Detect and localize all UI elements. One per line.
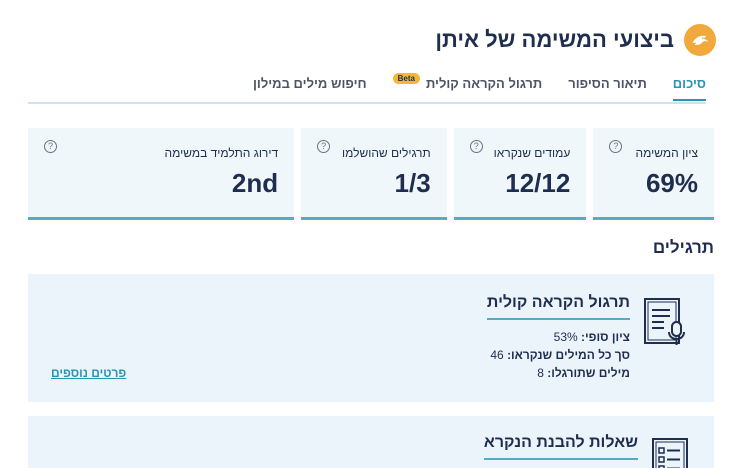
tab-reading-practice-label: תרגול הקראה קולית	[425, 76, 543, 91]
page-header: ביצועי המשימה של איתן	[18, 22, 716, 58]
stat-card-exercises-completed: ? תרגילים שהושלמו 1/3	[301, 128, 447, 220]
page-title: ביצועי המשימה של איתן	[435, 27, 674, 52]
stat-value: 1/3	[394, 168, 431, 198]
practiced-words-value: 8	[537, 366, 544, 380]
final-score-value: 53%	[553, 330, 578, 344]
stat-value: 2nd	[231, 168, 279, 198]
reading-mic-icon	[642, 296, 686, 348]
total-words-line: סך כל המילים שנקראו: 46	[487, 346, 630, 364]
stats-row: ? ציון המשימה 69% ? עמודים שנקראו 12/12 …	[28, 128, 714, 220]
tab-story-description[interactable]: תיאור הסיפור	[568, 76, 647, 99]
more-details-link[interactable]: פרטים נוספים	[51, 366, 126, 380]
total-words-label: סך כל המילים שנקראו:	[507, 348, 630, 362]
exercise-panel-comprehension: שאלות להבנת הנקרא	[28, 416, 714, 468]
practiced-words-line: מילים שתורגלו: 8	[487, 364, 630, 382]
tab-dictionary-lookup[interactable]: חיפוש מילים במילון	[253, 76, 367, 99]
exercises-section-title: תרגילים	[652, 238, 714, 257]
final-score-label: ציון סופי:	[581, 330, 630, 344]
help-icon[interactable]: ?	[44, 140, 57, 153]
checklist-icon	[650, 436, 690, 468]
exercise-panel-reading-practice: תרגול הקראה קולית ציון סופי: 53% סך כל ה…	[28, 274, 714, 402]
stat-label: תרגילים שהושלמו	[341, 146, 431, 160]
total-words-value: 46	[490, 348, 504, 362]
exercise-title: תרגול הקראה קולית	[486, 294, 630, 320]
dolphin-icon	[684, 24, 716, 56]
stat-card-pages-read: ? עמודים שנקראו 12/12	[453, 128, 587, 220]
tab-bar: סיכום תיאור הסיפור תרגול הקראה קולית Beta…	[28, 73, 707, 104]
stat-value: 12/12	[505, 168, 571, 198]
stat-label: ציון המשימה	[635, 146, 698, 160]
stat-value: 69%	[645, 168, 698, 198]
practiced-words-label: מילים שתורגלו:	[547, 366, 630, 380]
stat-card-task-score: ? ציון המשימה 69%	[593, 128, 714, 220]
tab-summary[interactable]: סיכום	[672, 76, 707, 101]
final-score-line: ציון סופי: 53%	[487, 328, 630, 346]
stat-label: דירוג התלמיד במשימה	[164, 146, 279, 160]
tab-reading-practice[interactable]: תרגול הקראה קולית Beta	[392, 73, 543, 99]
beta-badge: Beta	[392, 73, 420, 84]
exercise-details: תרגול הקראה קולית ציון סופי: 53% סך כל ה…	[486, 294, 630, 382]
help-icon[interactable]: ?	[469, 140, 483, 153]
stat-label: עמודים שנקראו	[493, 146, 571, 160]
stat-card-student-rank: ? דירוג התלמיד במשימה 2nd	[28, 128, 295, 220]
exercise-title: שאלות להבנת הנקרא	[483, 434, 638, 460]
exercise-details: שאלות להבנת הנקרא	[483, 434, 638, 468]
